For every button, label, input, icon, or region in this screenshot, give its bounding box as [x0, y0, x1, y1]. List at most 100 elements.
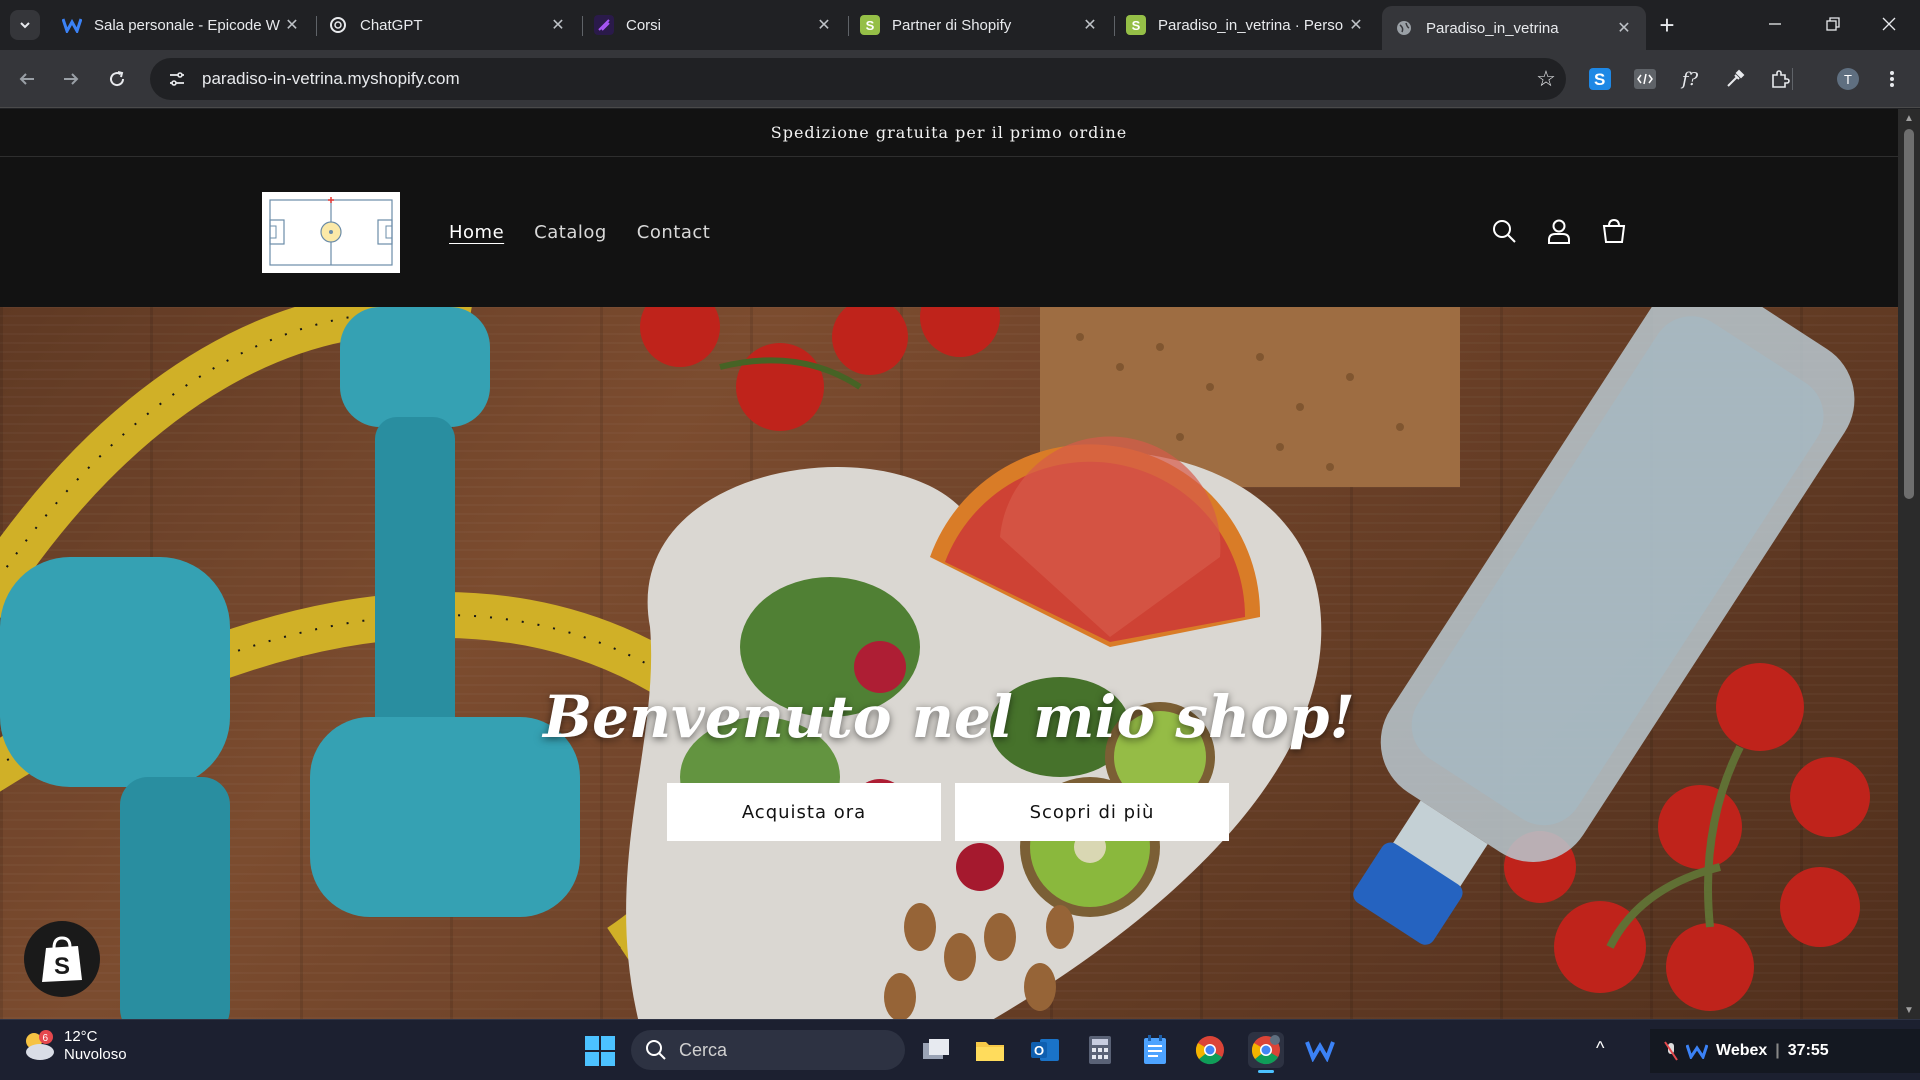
notepad-icon[interactable] — [1137, 1032, 1173, 1068]
webex-icon — [1686, 1044, 1708, 1059]
learn-more-button[interactable]: Scopri di più — [955, 783, 1229, 841]
page-viewport: Spedizione gratuita per il primo ordine … — [0, 109, 1920, 1019]
tab-shopify-partner[interactable]: S Partner di Shopify ✕ — [848, 8, 1112, 42]
outlook-icon[interactable]: O — [1027, 1032, 1063, 1068]
chrome-profile-active-icon[interactable] — [1248, 1032, 1284, 1073]
tab-title: Paradiso_in_vetrina · Perso — [1158, 16, 1344, 34]
close-icon[interactable]: ✕ — [548, 15, 568, 35]
windows-start-icon[interactable] — [585, 1036, 615, 1071]
file-explorer-icon[interactable] — [972, 1032, 1008, 1068]
close-icon[interactable]: ✕ — [1346, 15, 1366, 35]
webex-label: Webex — [1716, 1042, 1768, 1059]
cloudy-weather-icon: 6 — [26, 1030, 54, 1060]
shopify-bag-icon[interactable]: S — [24, 921, 100, 997]
tab-paradiso-active[interactable]: Paradiso_in_vetrina ✕ — [1382, 6, 1646, 50]
globe-icon — [1394, 18, 1414, 38]
svg-text:O: O — [1034, 1043, 1044, 1058]
extension-s-icon[interactable]: S — [1584, 63, 1616, 95]
menu-item-contact[interactable]: Contact — [637, 222, 711, 243]
tab-title: Corsi — [626, 16, 662, 34]
svg-text:6: 6 — [43, 1033, 49, 1044]
site-info-icon[interactable] — [156, 71, 198, 87]
arrow-left-icon — [19, 73, 34, 85]
new-tab-button[interactable]: + — [1652, 10, 1682, 40]
tab-title: ChatGPT — [360, 16, 423, 34]
account-icon[interactable] — [1541, 213, 1577, 249]
kebab-menu-icon[interactable] — [1876, 63, 1908, 95]
search-icon[interactable] — [1486, 213, 1522, 249]
cart-icon[interactable] — [1596, 213, 1632, 249]
webex-meeting-indicator[interactable]: Webex | 37:55 — [1650, 1029, 1920, 1073]
restore-button[interactable] — [1810, 0, 1856, 48]
menu-item-catalog[interactable]: Catalog — [534, 222, 607, 243]
close-icon[interactable]: ✕ — [282, 15, 302, 35]
close-window-button[interactable] — [1866, 0, 1912, 48]
store-logo[interactable] — [262, 192, 400, 273]
calculator-icon[interactable] — [1082, 1032, 1118, 1068]
shopify-icon: S — [1126, 15, 1146, 35]
shopify-icon: S — [860, 15, 880, 35]
tab-chatgpt[interactable]: ChatGPT ✕ — [316, 8, 580, 42]
hero-banner: Benvenuto nel mio shop! Acquista ora Sco… — [0, 307, 1898, 1019]
weather-temperature: 12°C — [64, 1028, 98, 1045]
extension-code-icon[interactable] — [1629, 63, 1661, 95]
bookmark-star-icon[interactable]: ☆ — [1526, 66, 1566, 92]
tab-strip: Sala personale - Epicode W ✕ ChatGPT ✕ C… — [0, 0, 1920, 50]
profile-avatar[interactable]: T — [1832, 63, 1864, 95]
task-view-icon[interactable] — [918, 1032, 954, 1068]
tab-title: Paradiso_in_vetrina — [1426, 19, 1559, 37]
taskbar-search-placeholder: Cerca — [679, 1039, 728, 1060]
chrome-icon[interactable] — [1192, 1032, 1228, 1068]
svg-text:S: S — [1594, 70, 1605, 89]
page-scrollbar[interactable]: ▲ ▼ — [1898, 109, 1920, 1019]
mic-muted-icon — [1664, 1041, 1678, 1061]
arrow-right-icon — [64, 73, 79, 85]
taskbar-search[interactable]: Cerca — [631, 1030, 905, 1070]
minimize-icon — [1769, 23, 1781, 25]
tab-title: Partner di Shopify — [892, 16, 1012, 34]
reload-icon — [110, 71, 125, 87]
address-bar[interactable]: paradiso-in-vetrina.myshopify.com ☆ — [150, 58, 1566, 100]
webex-icon[interactable] — [1302, 1032, 1338, 1068]
close-icon — [1882, 17, 1896, 31]
store-header: Home Catalog Contact — [0, 158, 1898, 307]
reload-button[interactable] — [100, 62, 134, 96]
tab-search-button[interactable] — [10, 10, 40, 40]
corsi-icon — [594, 15, 614, 35]
announcement-text: Spedizione gratuita per il primo ordine — [770, 123, 1128, 142]
extension-font-icon[interactable]: f? — [1674, 63, 1706, 95]
tab-shopify-admin[interactable]: S Paradiso_in_vetrina · Perso ✕ — [1114, 8, 1378, 42]
url-text[interactable]: paradiso-in-vetrina.myshopify.com — [202, 69, 1526, 89]
webex-icon — [62, 15, 82, 35]
chevron-down-icon — [20, 22, 30, 29]
eyedropper-icon[interactable] — [1719, 63, 1751, 95]
tab-corsi[interactable]: Corsi ✕ — [582, 8, 846, 42]
close-icon[interactable]: ✕ — [1614, 18, 1634, 38]
restore-icon — [1826, 17, 1840, 31]
scroll-up-icon[interactable]: ▲ — [1898, 109, 1920, 127]
hero-title: Benvenuto nel mio shop! — [543, 683, 1355, 751]
browser-toolbar: paradiso-in-vetrina.myshopify.com ☆ S f?… — [0, 50, 1920, 108]
weather-condition: Nuvoloso — [64, 1046, 127, 1063]
forward-button[interactable] — [54, 62, 88, 96]
tab-webex[interactable]: Sala personale - Epicode W ✕ — [50, 8, 314, 42]
svg-text:S: S — [54, 953, 70, 980]
svg-text:T: T — [1844, 72, 1852, 87]
close-icon[interactable]: ✕ — [814, 15, 834, 35]
scroll-down-icon[interactable]: ▼ — [1898, 1001, 1920, 1019]
close-icon[interactable]: ✕ — [1080, 15, 1100, 35]
tab-title: Sala personale - Epicode W — [94, 16, 280, 34]
chevron-up-icon[interactable]: ^ — [1596, 1038, 1604, 1059]
search-icon — [646, 1040, 666, 1060]
minimize-button[interactable] — [1752, 0, 1798, 48]
scroll-thumb[interactable] — [1904, 129, 1914, 499]
announcement-bar: Spedizione gratuita per il primo ordine — [0, 109, 1898, 157]
windows-taskbar: 6 12°C Nuvoloso Cerca O ^ Webex | 37:55 — [0, 1019, 1920, 1080]
hero-image — [0, 307, 1898, 1019]
webex-timer: 37:55 — [1787, 1042, 1829, 1059]
back-button[interactable] — [10, 62, 44, 96]
menu-item-home[interactable]: Home — [449, 222, 504, 243]
shop-now-button[interactable]: Acquista ora — [667, 783, 941, 841]
weather-widget[interactable]: 6 12°C Nuvoloso — [20, 1028, 127, 1064]
main-menu: Home Catalog Contact — [449, 158, 710, 307]
